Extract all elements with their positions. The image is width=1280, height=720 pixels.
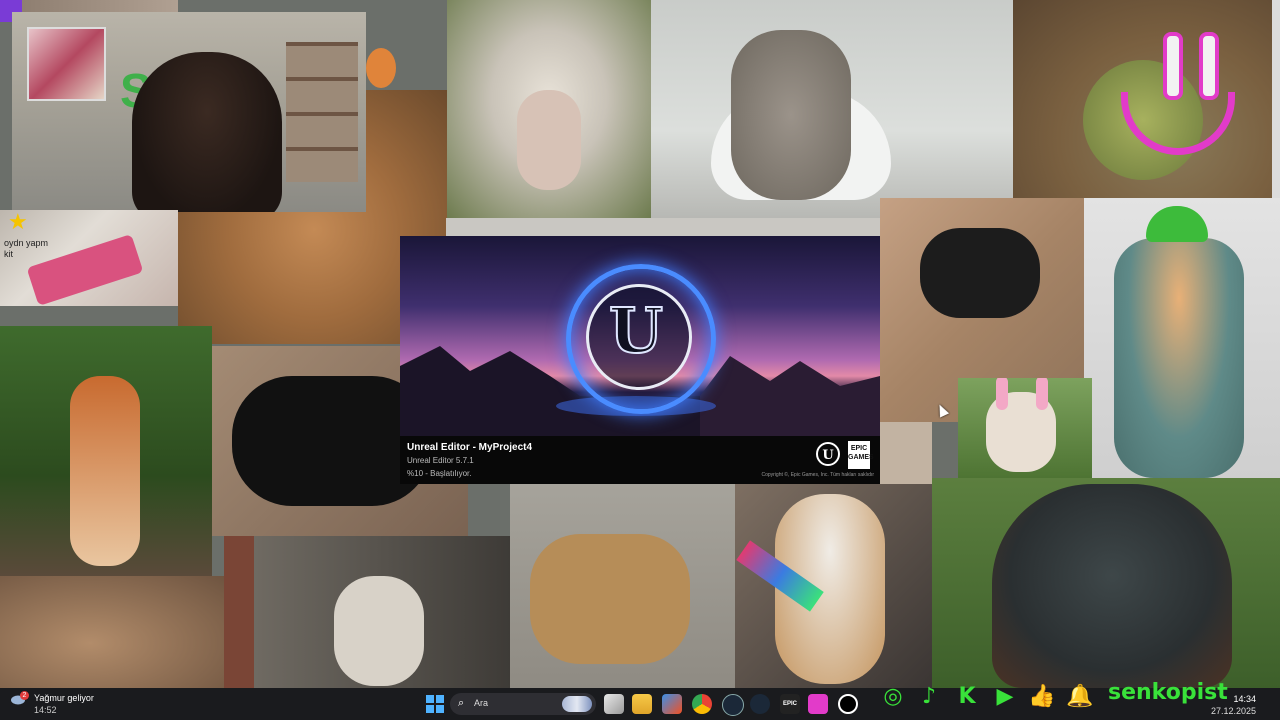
- streamer-handle: senkopist: [1108, 680, 1228, 705]
- unreal-splash-window: U Unreal Editor - MyProject4 Unreal Edit…: [400, 236, 880, 484]
- wall-poster: [27, 27, 106, 101]
- collage-tile-dog-with-bread: [510, 484, 736, 688]
- collage-tile-fan: [880, 422, 932, 484]
- cat-in-shirt: [1114, 238, 1244, 478]
- squirrel: [70, 376, 140, 566]
- epic-icon[interactable]: EPIC: [780, 694, 800, 714]
- thumbs-up-icon: 👍: [1028, 684, 1056, 709]
- star-icon: ★: [8, 210, 28, 235]
- weather-text: Yağmur geliyor: [34, 693, 94, 703]
- pink-app-icon[interactable]: [808, 694, 828, 714]
- collage-tile-star-caption: ★ oydn yapm kit: [0, 210, 178, 306]
- smiley-eye-right: [1199, 32, 1219, 100]
- splash-status: %10 - Başlatılıyor.: [407, 469, 472, 478]
- unreal-icon[interactable]: [838, 694, 858, 714]
- search-icon: ⌕: [458, 696, 465, 709]
- store-icon[interactable]: [662, 694, 682, 714]
- black-white-cat: [920, 228, 1040, 318]
- clock-date: 27.12.2025: [1210, 706, 1256, 716]
- bunny-ear-right: [1036, 378, 1048, 410]
- collage-tile-cat-on-toilet: [651, 0, 1013, 218]
- chrome-icon[interactable]: [692, 694, 712, 714]
- webcam-overlay: S: [12, 12, 366, 212]
- dog: [530, 534, 690, 664]
- start-icon[interactable]: [425, 694, 445, 714]
- sheep-face: [517, 90, 581, 190]
- search-highlight-icon: [562, 696, 592, 712]
- splash-version: Unreal Editor 5.7.1: [407, 456, 474, 465]
- collage-gap-strip: [446, 218, 880, 238]
- search-placeholder: Ara: [474, 698, 489, 708]
- cat-with-phone: [731, 30, 851, 200]
- youtube-icon: ▶: [996, 684, 1014, 709]
- collage-tile-monkey: [0, 576, 225, 688]
- collage-tile-donkey: [224, 536, 510, 688]
- collage-right-strip: [1272, 0, 1280, 200]
- steam-icon[interactable]: [750, 694, 770, 714]
- streamer-head: [132, 52, 282, 212]
- collage-tile-squirrel: [0, 326, 212, 576]
- orangutan: [992, 484, 1232, 688]
- kick-icon: K: [958, 684, 976, 709]
- bunny-ear-left: [996, 378, 1008, 410]
- shelf: [286, 42, 358, 182]
- weather-time: 14:52: [34, 705, 57, 715]
- unreal-logo: U: [608, 293, 664, 368]
- collage-tile-bulldog-bunny-ears: [958, 378, 1092, 478]
- file-explorer-icon[interactable]: [632, 694, 652, 714]
- collage-tile-cat-green-hat: [1084, 198, 1280, 478]
- taskbar-search[interactable]: ⌕ Ara: [450, 693, 596, 715]
- splash-title: Unreal Editor - MyProject4: [407, 442, 533, 453]
- green-hat: [1146, 206, 1208, 242]
- star-caption: oydn yapm kit: [4, 238, 49, 259]
- collage-tile-sheep: [447, 0, 651, 218]
- bell-icon: 🔔: [1066, 684, 1094, 709]
- epic-games-icon: EPIC GAMES: [848, 441, 874, 469]
- unreal-engine-icon: U: [816, 442, 840, 466]
- smiley-eye-left: [1163, 32, 1183, 100]
- collage-orange-ball: [366, 48, 396, 88]
- tiktok-icon: ♪: [921, 684, 937, 709]
- steam-alt-icon[interactable]: [722, 694, 744, 716]
- instagram-icon: ◎: [883, 684, 903, 709]
- donkey-head: [334, 576, 424, 686]
- collage-tile-frog: [1013, 0, 1272, 198]
- task-view-icon[interactable]: [604, 694, 624, 714]
- splash-copyright: Copyright ©, Epic Games, Inc. Tüm haklar…: [761, 472, 874, 478]
- notification-badge: 2: [20, 691, 29, 700]
- collage-tile-orangutan: [932, 478, 1280, 688]
- collage-tile-gamer-cat: [735, 484, 932, 688]
